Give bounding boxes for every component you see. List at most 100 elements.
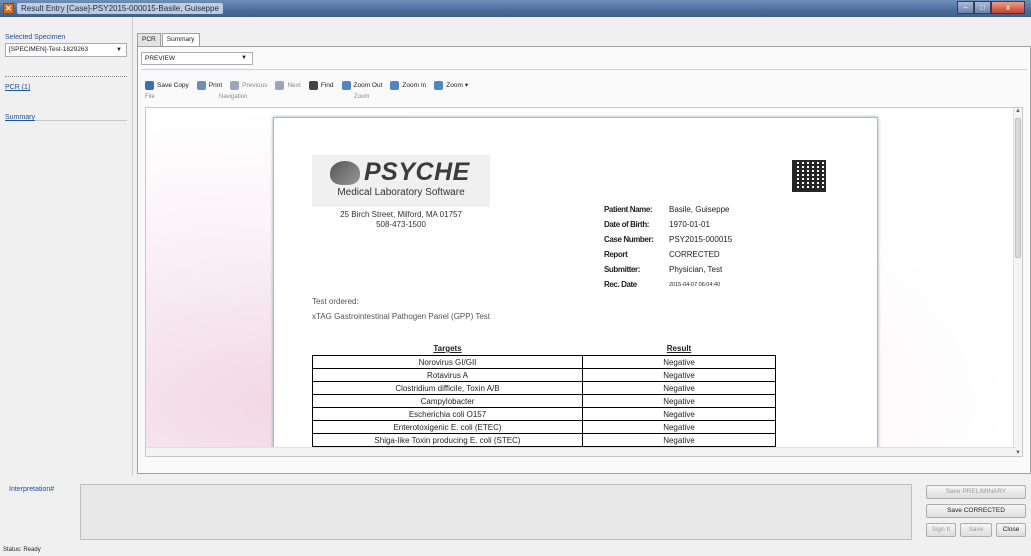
toolbar-group-navigation: Navigation	[219, 94, 248, 100]
result-cell: Negative	[582, 368, 776, 382]
rec-date-label: Rec. Date	[604, 280, 637, 289]
interpretation-field[interactable]	[80, 484, 912, 540]
zoom-dropdown-button[interactable]: Zoom ▾	[434, 80, 469, 90]
result-cell: Negative	[582, 433, 776, 447]
rec-date-value: 2015-04-07 06:04:40	[669, 281, 721, 288]
toolbar-group-file: File	[145, 94, 155, 100]
logo-subtitle: Medical Laboratory Software	[337, 187, 465, 198]
window-titlebar: ✕ Result Entry [Case]-PSY2015-000015-Bas…	[0, 0, 1031, 17]
target-cell: Rotavirus A	[312, 368, 583, 382]
table-row: Norovirus GI/GII Negative	[312, 355, 776, 369]
table-row: Clostridium difficile, Toxin A/B Negative	[312, 381, 776, 395]
submitter-value: Physician, Test	[669, 265, 723, 274]
save-copy-button[interactable]: Save Copy	[145, 80, 189, 90]
result-cell: Negative	[582, 394, 776, 408]
results-table: Targets Result Norovirus GI/GII Negative …	[312, 344, 776, 447]
zoom-in-label: Zoom In	[402, 81, 427, 89]
target-cell: Shiga-like Toxin producing E. coli (STEC…	[312, 433, 583, 447]
interpretation-label: Interpretation#	[9, 486, 55, 493]
target-cell: Norovirus GI/GII	[312, 355, 583, 369]
lab-phone: 508-473-1500	[376, 220, 426, 229]
logo-brand: PSYCHE	[364, 158, 470, 186]
qr-code	[792, 160, 826, 192]
result-cell: Negative	[582, 407, 776, 421]
zoom-out-icon	[341, 80, 351, 90]
toolbar-group-zoom: Zoom	[354, 94, 370, 100]
table-row: Enterotoxigenic E. coli (ETEC) Negative	[312, 420, 776, 434]
save-preliminary-button[interactable]: Save PRELIMINARY	[926, 485, 1026, 499]
arrow-left-icon	[230, 80, 240, 90]
nav-link-pcr[interactable]: PCR (1)	[5, 84, 30, 91]
save-icon	[145, 80, 154, 90]
divider	[5, 76, 127, 77]
horizontal-scrollbar[interactable]	[146, 447, 1016, 456]
table-row: Shiga-like Toxin producing E. coli (STEC…	[312, 433, 776, 447]
status-bar: Status: Ready	[3, 547, 41, 553]
zoom-label: Zoom	[446, 81, 463, 89]
left-panel: Selected Specimen [SPECIMEN]-Test-182926…	[0, 17, 133, 475]
patient-name-label: Patient Name:	[604, 205, 653, 214]
vertical-scrollbar[interactable]: ▲ ▼	[1013, 108, 1022, 456]
test-ordered-label: Test ordered:	[312, 297, 359, 306]
scroll-thumb[interactable]	[1015, 118, 1021, 258]
specimen-select[interactable]: [SPECIMEN]-Test-1829263 ▼	[5, 43, 127, 57]
preview-select[interactable]: PREVIEW ▼	[141, 52, 253, 65]
zoom-in-button[interactable]: Zoom In	[390, 80, 427, 90]
tab-pcr[interactable]: PCR	[137, 33, 161, 46]
lab-address: 25 Birch Street, Milford, MA 01757	[340, 210, 462, 219]
targets-header: Targets	[433, 344, 462, 353]
chevron-down-icon: ▼	[116, 47, 122, 53]
maximize-button[interactable]: □	[974, 1, 991, 14]
target-cell: Campylobacter	[312, 394, 583, 408]
result-cell: Negative	[582, 355, 776, 369]
selected-specimen-label: Selected Specimen	[5, 34, 66, 41]
previous-button[interactable]: Previous	[230, 80, 268, 90]
target-cell: Escherichia coli O157	[312, 407, 583, 421]
tab-bar: PCR Summary	[137, 33, 201, 46]
close-button[interactable]: Close	[996, 523, 1026, 537]
sign-it-button[interactable]: Sign It	[926, 523, 956, 537]
next-label: Next	[287, 81, 301, 89]
save-button[interactable]: Save	[960, 523, 992, 537]
previous-label: Previous	[242, 81, 268, 89]
nav-link-summary[interactable]: Summary	[5, 114, 35, 121]
magnifier-icon	[434, 80, 444, 90]
divider	[141, 69, 1027, 70]
next-button[interactable]: Next	[275, 80, 301, 90]
report-page: PSYCHE Medical Laboratory Software 25 Bi…	[273, 117, 878, 456]
save-corrected-button[interactable]: Save CORRECTED	[926, 504, 1026, 518]
result-header: Result	[666, 344, 692, 353]
test-name: xTAG Gastrointestinal Pathogen Panel (GP…	[312, 312, 491, 321]
zoom-in-icon	[390, 80, 400, 90]
arrow-right-icon	[275, 80, 285, 90]
dob-label: Date of Birth:	[604, 220, 650, 229]
scroll-up-icon[interactable]: ▲	[1015, 108, 1021, 114]
print-label: Print	[208, 81, 223, 89]
minimize-button[interactable]: –	[957, 1, 974, 14]
target-cell: Clostridium difficile, Toxin A/B	[312, 381, 583, 395]
save-copy-label: Save Copy	[157, 81, 189, 89]
report-viewer[interactable]: PSYCHE Medical Laboratory Software 25 Bi…	[145, 107, 1023, 457]
table-row: Campylobacter Negative	[312, 394, 776, 408]
report-toolbar: Save Copy Print Previous Next Find Zoom …	[145, 79, 476, 91]
tab-summary[interactable]: Summary	[161, 33, 200, 46]
binoculars-icon	[308, 80, 318, 90]
printer-icon	[196, 80, 206, 90]
find-button[interactable]: Find	[308, 80, 334, 90]
chevron-down-icon: ▾	[464, 82, 469, 89]
chevron-down-icon: ▼	[241, 55, 247, 61]
patient-name-value: Basile, Guiseppe	[669, 205, 730, 214]
result-cell: Negative	[582, 381, 776, 395]
close-window-button[interactable]: x	[991, 1, 1025, 14]
print-button[interactable]: Print	[196, 80, 223, 90]
specimen-select-value: [SPECIMEN]-Test-1829263	[9, 46, 89, 53]
preview-select-value: PREVIEW	[145, 55, 175, 62]
dob-value: 1970-01-01	[669, 220, 710, 229]
table-row: Escherichia coli O157 Negative	[312, 407, 776, 421]
zoom-out-label: Zoom Out	[353, 81, 383, 89]
window-title: Result Entry [Case]-PSY2015-000015-Basil…	[17, 3, 223, 14]
zoom-out-button[interactable]: Zoom Out	[341, 80, 383, 90]
report-status-label: Report	[604, 250, 628, 259]
find-label: Find	[320, 81, 334, 89]
butterfly-logo-icon	[330, 161, 360, 185]
